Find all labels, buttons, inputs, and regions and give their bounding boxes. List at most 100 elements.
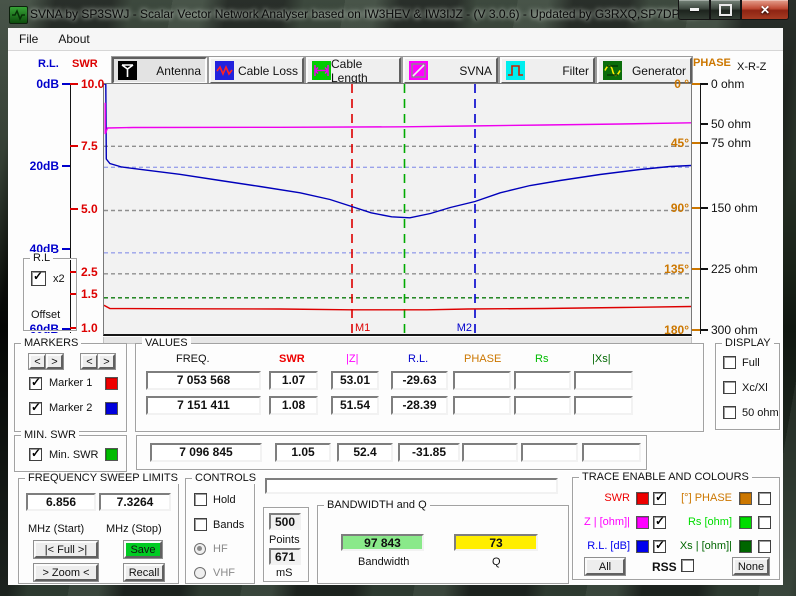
vhf-label: VHF [213,567,235,579]
ohm-tick [701,83,708,85]
header-freq: FREQ. [176,353,210,365]
display-group-title: DISPLAY [722,337,774,349]
start-frequency-field[interactable]: 6.856 [26,493,96,511]
menu-file[interactable]: File [10,30,47,48]
points-label: Points [269,534,300,546]
save-button[interactable]: Save [124,541,162,558]
toolbar-button-label: Filter [562,64,589,78]
offset-button[interactable]: Offset [31,309,60,321]
trace-xs-swatch [739,540,752,553]
swr-tick-label: 1.0 [81,321,98,335]
toolbar-button-antenna[interactable]: Antenna [112,57,207,84]
antenna-icon [118,61,137,80]
trace-xs-checkbox[interactable] [758,540,771,553]
ohm-tick-label: 50 ohm [711,117,751,131]
phase-axis-title: PHASE [693,57,731,69]
phase-tick-label: 45° [658,136,689,150]
toolbar-button-cable-length[interactable]: Cable Length [306,57,401,84]
header-xs: |Xs| [592,353,611,365]
trace-rs-checkbox[interactable] [758,516,771,529]
chart-svg: M1M2 [104,84,691,334]
marker2-color-swatch [105,402,118,415]
swr-tick-label: 5.0 [81,202,98,216]
marker1-left-spinner[interactable]: < [29,354,46,369]
marker2-checkbox[interactable] [29,402,42,415]
menu-about[interactable]: About [49,30,98,48]
x2-checkbox[interactable] [31,271,46,286]
marker1-checkbox[interactable] [29,377,42,390]
markers-group: MARKERS < > < > Marker 1 Marker 2 [14,343,127,432]
marker1-right-spinner[interactable]: > [46,354,63,369]
toolbar-button-cable-loss[interactable]: Cable Loss [209,57,304,84]
rl-tick [62,165,70,167]
bandwidth-group-title: BANDWIDTH and Q [324,499,430,511]
close-button[interactable]: ✕ [741,0,789,20]
trace-z-checkbox[interactable] [653,516,666,529]
swr-tick [70,145,78,147]
xcxl-checkbox[interactable] [723,381,736,394]
min-swr-z-value: 52.4 [337,443,393,462]
toolbar-button-label: SVNA [459,64,492,78]
none-traces-button[interactable]: None [733,558,769,575]
phase-tick-label: 90° [658,201,689,215]
header-phase: PHASE [464,353,501,365]
window-title: SVNA by SP3SWJ - Scalar Vector Network A… [30,7,707,21]
chart-plot-area[interactable]: M1M2 [103,83,692,336]
trace-phase-checkbox[interactable] [758,492,771,505]
rl-offset-group: R.L x2 Offset [23,258,77,331]
bands-checkbox[interactable] [194,518,207,531]
titlebar[interactable]: SVNA by SP3SWJ - Scalar Vector Network A… [0,0,796,28]
hold-checkbox[interactable] [194,493,207,506]
rl-axis-title: R.L. [38,58,59,70]
min-swr-phase-value [462,443,518,462]
ohm-tick-label: 0 ohm [711,77,744,91]
trace-rl-swatch [636,540,649,553]
vhf-radio[interactable] [194,567,206,579]
bands-label: Bands [213,519,244,531]
hf-radio[interactable] [194,543,206,555]
ohm50-label: 50 ohm [742,407,779,419]
min-swr-checkbox[interactable] [29,448,42,461]
marker1-color-swatch [105,377,118,390]
full-checkbox[interactable] [723,356,736,369]
recall-button[interactable]: Recall [124,564,164,581]
svna-icon [409,61,428,80]
stop-frequency-field[interactable]: 7.3264 [99,493,171,511]
marker1-rs-value [514,371,571,390]
trace-R.L. [104,305,691,310]
ohm-tick [701,268,708,270]
toolbar-button-svna[interactable]: SVNA [403,57,498,84]
ohm50-checkbox[interactable] [723,406,736,419]
header-swr: SWR [279,353,305,365]
rl-tick-label: 0dB [26,77,59,91]
stop-frequency-label: MHz (Stop) [106,523,162,535]
all-traces-button[interactable]: All [585,558,625,575]
trace-SWR [104,84,691,218]
ohm-tick [701,207,708,209]
bandwidth-label: Bandwidth [358,556,409,568]
swr-tick [70,208,78,210]
marker1-label: Marker 1 [49,377,92,389]
swr-tick-label: 7.5 [81,139,98,153]
maximize-button[interactable] [710,0,741,20]
generator-icon [603,61,622,80]
trace-swr-checkbox[interactable] [653,492,666,505]
marker2-right-spinner[interactable]: > [98,354,115,369]
marker2-left-spinner[interactable]: < [81,354,98,369]
rss-checkbox[interactable] [681,559,694,572]
zoom-sweep-button[interactable]: > Zoom < [34,564,98,581]
comment-input[interactable] [265,478,558,494]
marker2-swr-value: 1.08 [269,396,318,415]
full-sweep-button[interactable]: |< Full >| [34,541,98,558]
q-label: Q [492,556,501,568]
swr-tick-label: 1.5 [81,287,98,301]
toolbar-button-filter[interactable]: Filter [500,57,595,84]
rl-offset-group-title: R.L [30,252,53,264]
minimize-button[interactable] [678,0,710,20]
marker2-xs-value [574,396,633,415]
trace-rl-checkbox[interactable] [653,540,666,553]
marker1-phase-value [453,371,511,390]
cable-length-icon [312,61,331,80]
full-label: Full [742,357,760,369]
marker-label: M2 [457,322,472,334]
